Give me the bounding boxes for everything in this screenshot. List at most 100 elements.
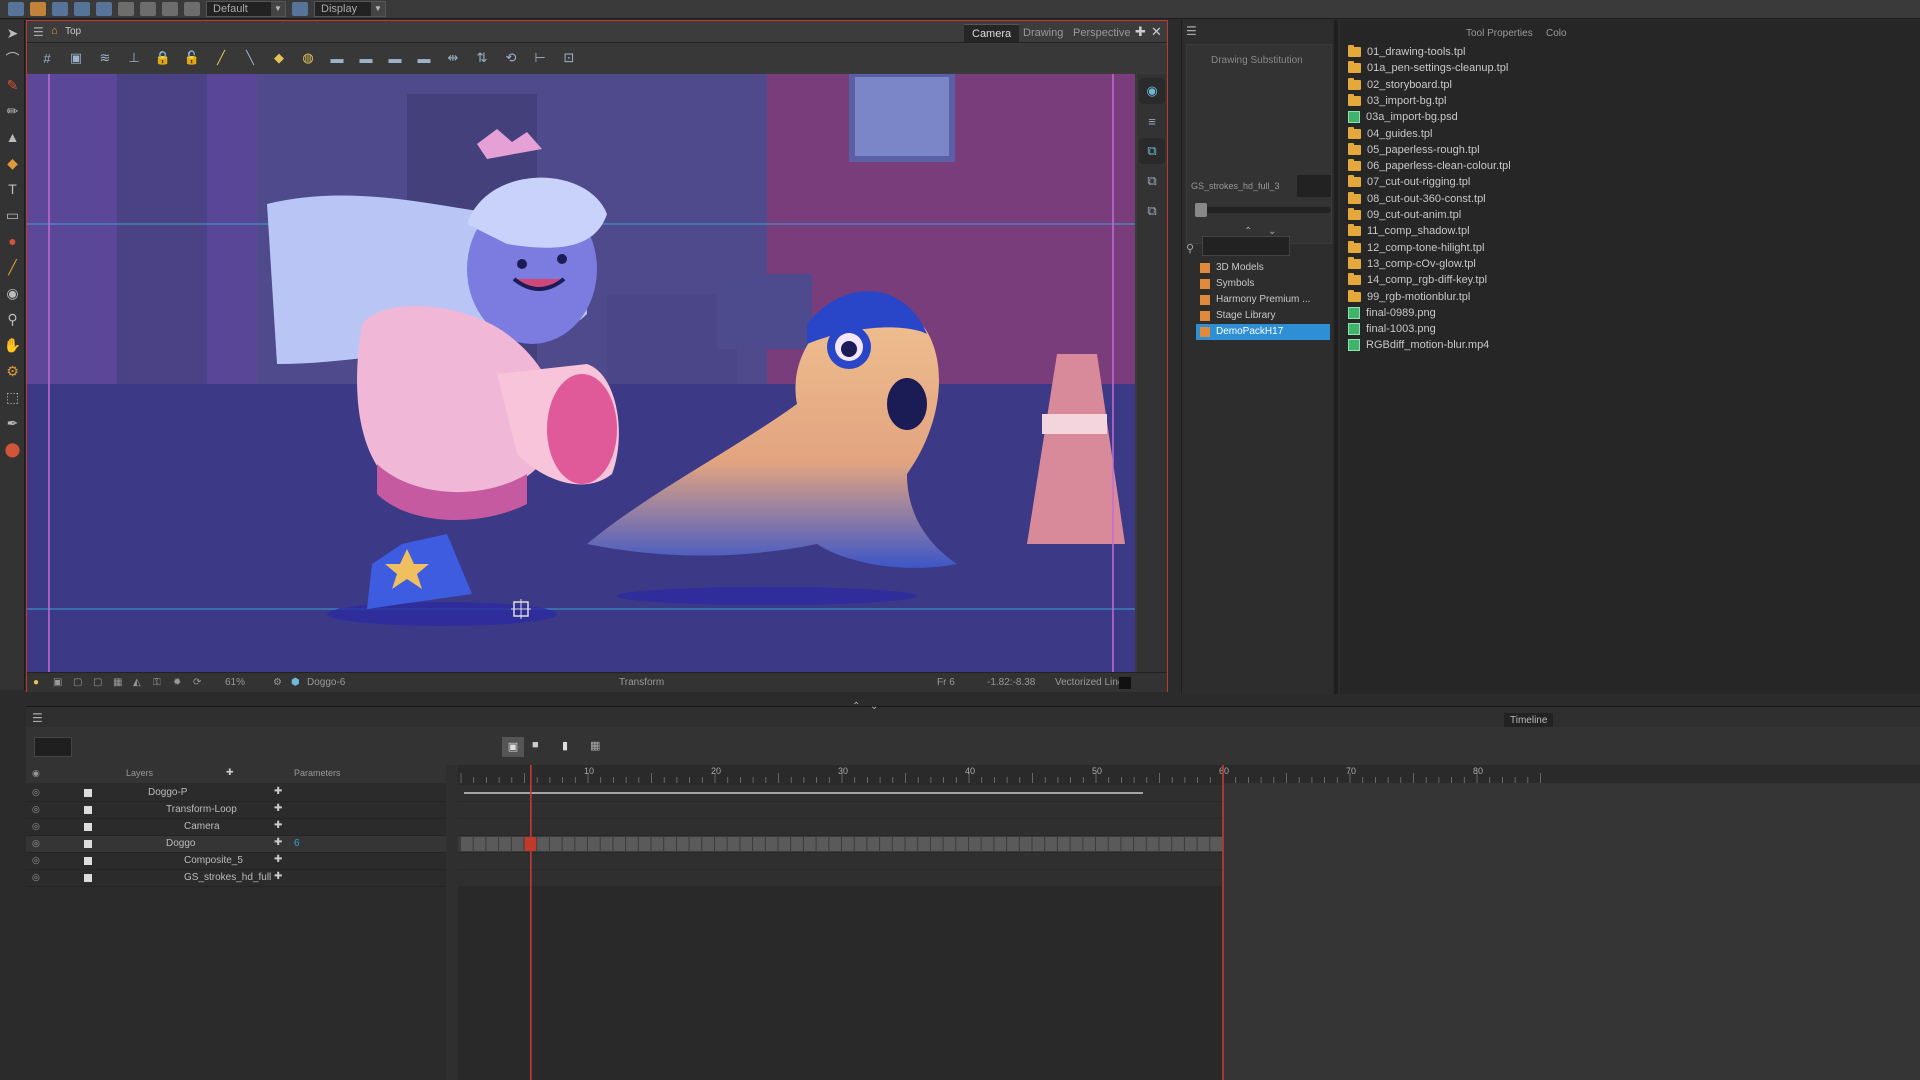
pivot-tool-icon[interactable]: ◉ [0,280,25,306]
tab-timeline[interactable]: Timeline [1504,713,1554,728]
tree-item[interactable]: DemoPackH17 [1196,324,1330,340]
save-icon[interactable] [52,2,68,16]
layer-row[interactable]: ◎ Camera ✚ [26,819,446,836]
pencil-tool-icon[interactable]: ✏ [0,98,25,124]
brush-preset-icon[interactable]: ◆ [269,49,289,67]
play-button[interactable]: ▮ [562,739,568,752]
tab-camera[interactable]: Camera [964,24,1020,42]
add-layer-icon[interactable]: ✚ [226,767,234,778]
menu-icon[interactable]: ☰ [33,25,44,39]
current-layer[interactable]: Doggo-6 [307,677,345,688]
import-icon[interactable] [96,2,112,16]
visibility-toggle-icon[interactable]: ◎ [32,855,40,866]
layer-checkbox[interactable] [84,806,92,814]
add-icon[interactable]: ✚ [274,803,282,814]
bulb-icon[interactable]: ◍ [298,49,318,67]
substitution-slider[interactable] [1195,207,1331,213]
display-combo[interactable]: Display ▼ [314,1,386,17]
search-input[interactable] [1202,236,1290,256]
file-item[interactable]: 01a_pen-settings-cleanup.tpl [1348,60,1508,76]
clipboard-icon[interactable] [162,2,178,16]
add-view-icon[interactable]: ✚ [1135,24,1146,40]
add-icon[interactable]: ✚ [274,854,282,865]
tree-item[interactable]: Harmony Premium ... [1196,292,1330,308]
file-item[interactable]: 01_drawing-tools.tpl [1348,44,1465,60]
file-item[interactable]: 05_paperless-rough.tpl [1348,142,1480,158]
reset-icon[interactable]: ⊡ [559,49,579,67]
file-item[interactable]: 11_comp_shadow.tpl [1348,223,1470,239]
stop-button[interactable]: ■ [532,739,539,751]
layer-color-combo[interactable] [34,737,72,757]
depth-icon[interactable]: ⧉ [1139,168,1165,194]
file-item[interactable]: 07_cut-out-rigging.tpl [1348,174,1470,190]
reset-view-icon[interactable]: ⟳ [193,677,201,688]
layer-row[interactable]: ◎ Doggo 6 ✚ [26,836,446,853]
visibility-toggle-icon[interactable]: ◎ [32,872,40,883]
layer-row[interactable]: ◎ GS_strokes_hd_full ✚ [26,870,446,887]
layer-row[interactable]: ◎ Doggo-P ✚ [26,785,446,802]
diagonal-line-icon[interactable]: ╲ [240,49,260,67]
rectangle-tool-icon[interactable]: ▭ [0,202,25,228]
zoom-tool-icon[interactable]: ⚲ [0,306,25,332]
file-item[interactable]: RGBdiff_motion-blur.mp4 [1348,337,1489,353]
tab-tool-properties[interactable]: Tool Properties [1466,28,1533,39]
file-item[interactable]: 12_comp-tone-hilight.tpl [1348,240,1484,256]
dropper-tool-icon[interactable]: ╱ [0,254,25,280]
eye-icon[interactable]: ◉ [1139,78,1165,104]
thicker-stroke-icon[interactable]: ▬ [414,49,434,67]
pivot-marker[interactable] [511,599,531,619]
lock-icon[interactable]: 🔒 [153,49,173,67]
rotate-icon[interactable]: ⟲ [501,49,521,67]
light-table-icon[interactable]: ⧉ [1139,198,1165,224]
file-item[interactable]: 14_comp_rgb-diff-key.tpl [1348,272,1487,288]
file-item[interactable]: final-1003.png [1348,321,1436,337]
visibility-toggle-icon[interactable]: ◎ [32,838,40,849]
thick-stroke-icon[interactable]: ▬ [385,49,405,67]
display-icon[interactable] [292,2,308,16]
frame-icon[interactable]: ▢ [73,677,82,688]
grid-toggle-icon[interactable]: ▦ [113,677,122,688]
stroke-icon[interactable]: ▬ [356,49,376,67]
layer-checkbox[interactable] [84,823,92,831]
file-item[interactable]: 09_cut-out-anim.tpl [1348,207,1461,223]
slider-handle[interactable] [1195,203,1207,217]
menu-icon[interactable]: ☰ [1186,24,1197,38]
file-item[interactable]: 13_comp-cOv-glow.tpl [1348,256,1476,272]
flip-vertical-icon[interactable]: ⇅ [472,49,492,67]
layer-row[interactable]: ◎ Composite_5 ✚ [26,853,446,870]
visibility-toggle-icon[interactable]: ◎ [32,821,40,832]
zoom-level[interactable]: 61% [225,677,245,688]
file-item[interactable]: 04_guides.tpl [1348,126,1432,142]
file-item[interactable]: 03_import-bg.tpl [1348,93,1447,109]
grid-icon[interactable]: ▦ [590,739,600,752]
transform-tool-icon[interactable]: ⬚ [0,384,25,410]
gear-icon[interactable]: ⚙ [273,677,282,688]
tab-colour[interactable]: Colo [1546,28,1567,39]
line-icon[interactable]: ╱ [211,49,231,67]
camera-icon[interactable]: ▣ [53,677,62,688]
eraser-tool-icon[interactable]: ◆ [0,150,25,176]
align-icon[interactable]: ⊥ [124,49,144,67]
workspace-combo[interactable]: Default ▼ [206,1,286,17]
keyframe-button[interactable]: ▣ [502,737,524,757]
paint-bucket-icon[interactable]: ⬤ [0,436,25,462]
layer-checkbox[interactable] [84,840,92,848]
unlock-icon[interactable]: 🔓 [182,49,202,67]
file-item[interactable]: 03a_import-bg.psd [1348,109,1458,125]
chevron-up-icon[interactable]: ⌃ [852,701,860,712]
grid-icon[interactable]: # [37,49,57,67]
tree-item[interactable]: 3D Models [1196,260,1330,276]
save-as-icon[interactable] [74,2,90,16]
panel-splitter[interactable] [1334,20,1338,694]
flip-horizontal-icon[interactable]: ⇹ [443,49,463,67]
tree-item[interactable]: Stage Library [1196,308,1330,324]
layers-icon[interactable]: ≡ [1139,108,1165,134]
tab-drawing[interactable]: Drawing [1015,24,1071,42]
file-item[interactable]: 08_cut-out-360-const.tpl [1348,191,1486,207]
xsheet-frames[interactable]: 10 20 30 40 50 60 70 80 [458,765,1920,1080]
ink-tool-icon[interactable]: ✒ [0,410,25,436]
shape-icon[interactable]: ▬ [327,49,347,67]
contour-editor-icon[interactable]: ⌒ [0,46,25,72]
settings-icon[interactable]: ✹ [173,677,181,688]
redo-icon[interactable] [140,2,156,16]
